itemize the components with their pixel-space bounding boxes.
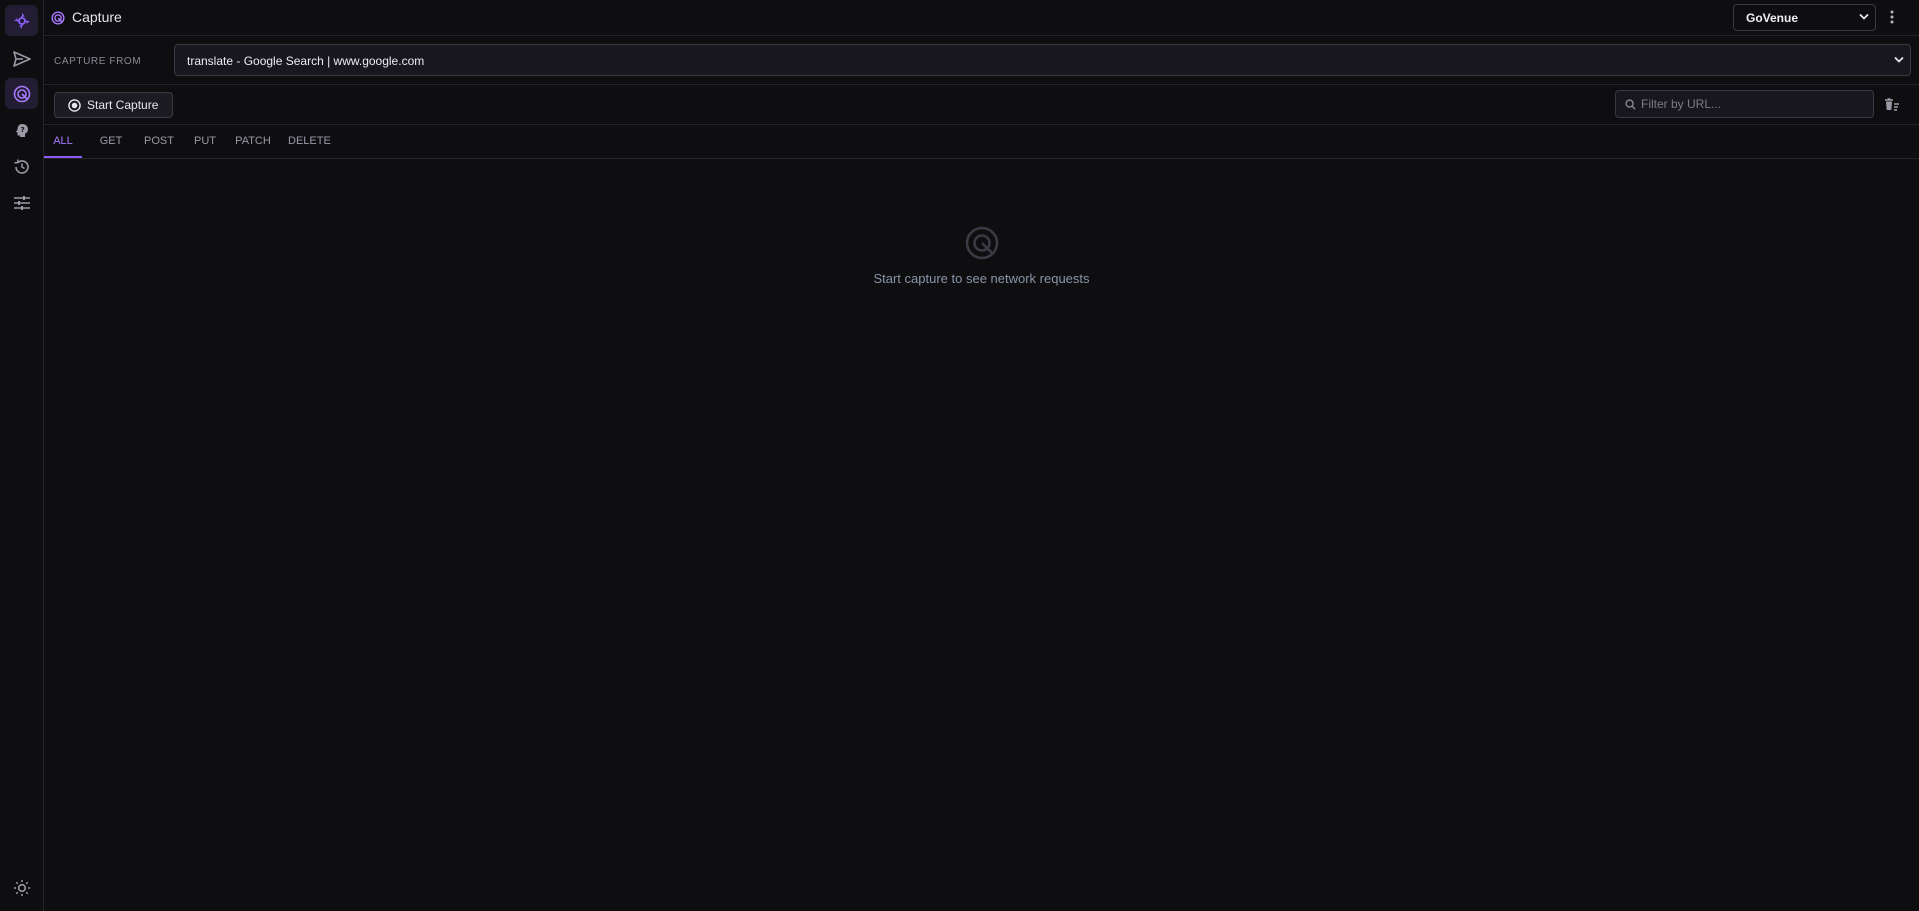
chevron-down-icon: [1894, 56, 1904, 63]
capture-icon: [13, 85, 30, 102]
history-icon: [13, 158, 29, 174]
tab-all[interactable]: ALL: [44, 125, 82, 158]
help-icon: ?: [15, 123, 28, 137]
more-options-icon[interactable]: [1890, 9, 1894, 25]
sliders-icon: [13, 195, 30, 210]
logo-button[interactable]: [5, 5, 38, 36]
capture-icon: [965, 226, 998, 260]
nav-history[interactable]: [5, 151, 38, 182]
toolbar: Start Capture: [44, 85, 1919, 125]
nav-help[interactable]: ?: [5, 115, 38, 146]
send-icon: [12, 50, 31, 67]
search-icon: [1625, 99, 1636, 110]
tab-label: DELETE: [288, 135, 331, 147]
start-capture-button[interactable]: Start Capture: [54, 92, 173, 118]
theme-toggle[interactable]: [5, 872, 38, 903]
tab-get[interactable]: GET: [96, 125, 126, 158]
tab-label: POST: [144, 135, 174, 147]
empty-state: Start capture to see network requests: [44, 225, 1919, 286]
workspace-select-value: GoVenue: [1746, 11, 1799, 25]
header: Capture GoVenue: [44, 0, 1919, 36]
tab-patch[interactable]: PATCH: [233, 125, 273, 158]
tab-post[interactable]: POST: [142, 125, 176, 158]
workspace-select[interactable]: GoVenue: [1733, 4, 1876, 31]
capture-source-value: translate - Google Search | www.google.c…: [187, 54, 425, 68]
svg-text:?: ?: [20, 126, 24, 134]
method-tabs: ALL GET POST PUT PATCH DELETE: [44, 125, 1919, 159]
nav-settings[interactable]: [5, 187, 38, 218]
capture-from-label: CAPTURE FROM: [54, 56, 142, 67]
page-title: Capture: [72, 9, 122, 25]
tab-label: PATCH: [235, 135, 271, 147]
sun-icon: [13, 879, 30, 896]
tab-label: ALL: [53, 135, 73, 147]
filter-url-input[interactable]: [1641, 95, 1866, 113]
start-capture-label: Start Capture: [87, 98, 159, 112]
tab-label: PUT: [194, 135, 216, 147]
main-panel: Capture GoVenue CAPTURE FROM translate -…: [44, 0, 1919, 911]
clear-requests-icon[interactable]: [1884, 98, 1900, 111]
tab-delete[interactable]: DELETE: [288, 125, 331, 158]
url-filter: [1615, 90, 1874, 118]
sidebar: ?: [0, 0, 44, 911]
nav-send[interactable]: [5, 43, 38, 74]
record-icon: [68, 98, 81, 112]
capture-source-row: CAPTURE FROM translate - Google Search |…: [44, 36, 1919, 85]
logo-icon: [13, 12, 30, 29]
tab-label: GET: [99, 135, 123, 147]
tab-put[interactable]: PUT: [192, 125, 218, 158]
chevron-down-icon: [1859, 13, 1869, 20]
capture-icon: [51, 11, 65, 25]
nav-capture[interactable]: [5, 78, 38, 109]
capture-source-select[interactable]: translate - Google Search | www.google.c…: [174, 44, 1911, 76]
empty-state-text: Start capture to see network requests: [873, 271, 1090, 286]
